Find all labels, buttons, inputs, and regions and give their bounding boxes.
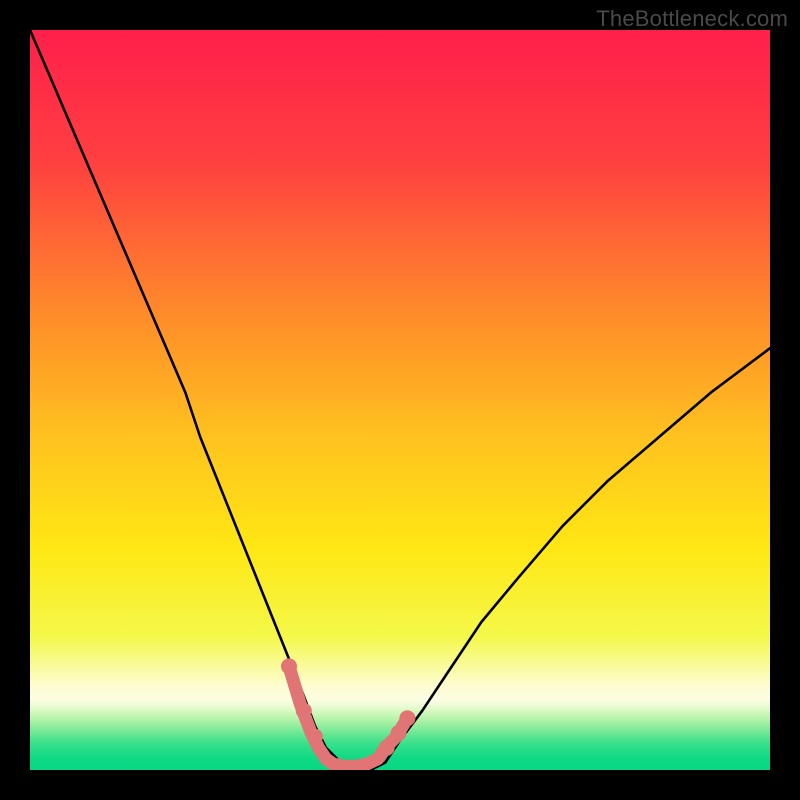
curve-layer: [30, 30, 770, 770]
valley-dot: [379, 740, 395, 756]
valley-dot: [307, 729, 323, 745]
valley-dot: [399, 710, 415, 726]
watermark-text: TheBottleneck.com: [596, 6, 788, 32]
chart-frame: TheBottleneck.com: [0, 0, 800, 800]
valley-dot: [281, 658, 297, 674]
plot-area: [30, 30, 770, 770]
valley-dot: [296, 703, 312, 719]
bottleneck-curve: [30, 30, 770, 770]
valley-dot: [391, 725, 407, 741]
